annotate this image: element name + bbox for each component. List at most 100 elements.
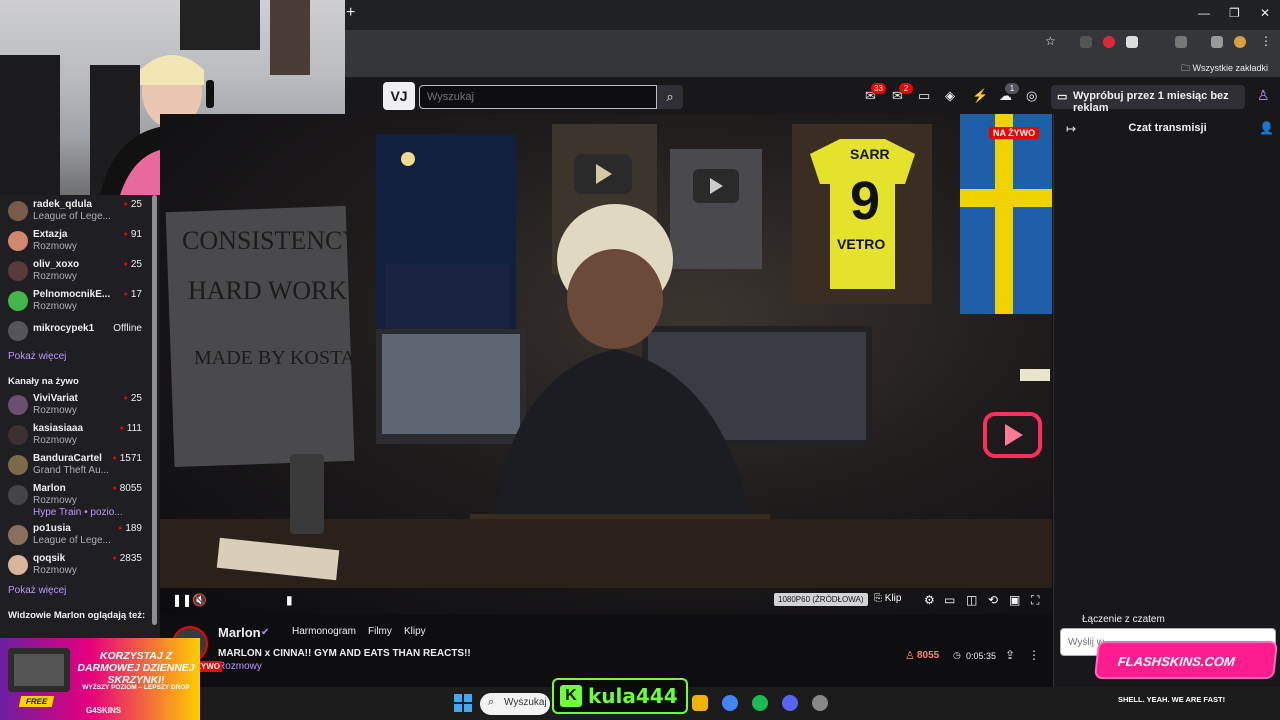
more-options-icon[interactable]: ⋮ bbox=[1028, 648, 1040, 662]
clip-label: Klip bbox=[884, 593, 902, 604]
verified-badge-icon: ✔ bbox=[261, 627, 270, 638]
search-input[interactable] bbox=[419, 85, 657, 109]
sidebar-channel-item[interactable]: MarlonRozmowy 8055 Hype Train • pozio... bbox=[0, 481, 150, 521]
mute-icon[interactable]: 🔇 bbox=[192, 593, 207, 607]
sidebar-channel-item[interactable]: radek_qdulaLeague of Lege... 25 bbox=[0, 197, 150, 227]
theatre-mode-icon[interactable]: ▭ bbox=[944, 593, 955, 607]
tab-clips[interactable]: Klipy bbox=[404, 626, 426, 637]
sidebar-channel-item[interactable]: ExtazjaRozmowy 91 bbox=[0, 227, 150, 257]
channel-category: League of Lege... bbox=[33, 535, 111, 546]
channel-avatar bbox=[8, 525, 28, 545]
channel-avatar bbox=[8, 201, 28, 221]
channel-category: Rozmowy bbox=[33, 435, 77, 446]
channel-viewer-count: 91 bbox=[124, 229, 142, 240]
channel-name: kasiasiaaa bbox=[33, 423, 84, 434]
channel-viewer-count: 189 bbox=[118, 523, 142, 534]
sidebar-scrollbar[interactable] bbox=[152, 195, 157, 625]
shield-icon[interactable] bbox=[1126, 36, 1138, 48]
sidebar-channel-item[interactable]: kasiasiaaaRozmowy 111 bbox=[0, 421, 150, 451]
channel-category: Grand Theft Au... bbox=[33, 465, 109, 476]
app-icon[interactable] bbox=[812, 695, 828, 711]
bookmark-star-icon[interactable]: ☆ bbox=[1045, 34, 1056, 48]
quality-badge[interactable]: 1080P60 (ŹRÓDŁOWA) bbox=[774, 593, 868, 606]
inbox-badge: 33 bbox=[871, 83, 886, 94]
close-window-button[interactable]: ✕ bbox=[1260, 6, 1270, 20]
promo-subline: WYŻSZY POZIOM – LEPSZY DROP bbox=[82, 684, 190, 691]
sidebar-channel-item[interactable]: po1usiaLeague of Lege... 189 bbox=[0, 521, 150, 551]
reading-list-icon[interactable] bbox=[1211, 36, 1223, 48]
puzzle-icon[interactable] bbox=[1175, 36, 1187, 48]
file-explorer-icon[interactable] bbox=[692, 695, 708, 711]
promo-free-tag: FREE bbox=[18, 696, 55, 707]
clip-button[interactable]: ⎘ Klip bbox=[874, 593, 901, 604]
spotify-icon[interactable] bbox=[752, 695, 768, 711]
sidebar-channel-item[interactable]: qoqsikRozmowy 2835 bbox=[0, 551, 150, 581]
channel-name: oliv_xoxo bbox=[33, 259, 80, 270]
player-controls: ❚❚ 🔇 ▮ 1080P60 (ŹRÓDŁOWA) ⎘ Klip ⚙ ▭ ◫ ⟲… bbox=[160, 588, 1052, 614]
streamer-name[interactable]: Marlon bbox=[218, 625, 261, 640]
stream-category[interactable]: Rozmowy bbox=[218, 661, 262, 672]
sign-line-2: HARD WORK bbox=[188, 276, 347, 305]
ad-free-trial-button[interactable]: ▭ Wypróbuj przez 1 miesiąc bez reklam bbox=[1051, 85, 1245, 114]
maximize-button[interactable]: ❐ bbox=[1229, 6, 1240, 20]
ad-free-icon: ▭ bbox=[1057, 91, 1068, 103]
trial-label: Wypróbuj przez 1 miesiąc bez reklam bbox=[1073, 90, 1229, 114]
video-player[interactable]: CONSISTENCY HARD WORK MADE BY KOSTA SARR… bbox=[160, 114, 1052, 614]
extension-icon[interactable] bbox=[1080, 36, 1092, 48]
promo-crate-image bbox=[8, 648, 70, 692]
fullscreen-icon[interactable]: ⛶ bbox=[1031, 593, 1039, 608]
tab-videos[interactable]: Filmy bbox=[368, 626, 392, 637]
chat-panel: ↦ Czat transmisji 👤 Łączenie z czatem bbox=[1053, 114, 1280, 687]
channel-avatar bbox=[8, 485, 28, 505]
profile-avatar[interactable] bbox=[1234, 36, 1246, 48]
sidebar-channel-item[interactable]: oliv_xoxoRozmowy 25 bbox=[0, 257, 150, 287]
sidebar-toggle-icon[interactable]: ◫ bbox=[966, 593, 977, 607]
picture-in-picture-icon[interactable]: ▣ bbox=[1009, 593, 1020, 607]
start-windows-icon[interactable] bbox=[454, 694, 472, 712]
site-logo[interactable]: VJ bbox=[383, 82, 415, 110]
search-button[interactable]: ⌕ bbox=[657, 85, 683, 109]
show-more-link[interactable]: Pokaż więcej bbox=[8, 351, 66, 362]
sidebar-channel-item[interactable]: PelnomocnikE...Rozmowy 17 bbox=[0, 287, 150, 317]
channel-name: ViviVariat bbox=[33, 393, 78, 404]
show-more-link[interactable]: Pokaż więcej bbox=[8, 585, 66, 596]
channel-avatar bbox=[8, 455, 28, 475]
sidebar-channel-item[interactable]: mikrocypek1 Offline bbox=[0, 317, 150, 347]
stream-video-frame: CONSISTENCY HARD WORK MADE BY KOSTA SARR… bbox=[160, 114, 1052, 588]
taskbar-search[interactable]: ⌕ Wyszukaj bbox=[480, 693, 550, 715]
chat-bubble-icon[interactable]: ▭ bbox=[918, 88, 930, 104]
bits-icon[interactable]: ⚡ bbox=[972, 88, 988, 104]
channel-viewer-count: 17 bbox=[124, 289, 142, 300]
channel-name: mikrocypek1 bbox=[33, 323, 95, 334]
minimize-button[interactable]: — bbox=[1198, 6, 1210, 20]
pause-icon[interactable]: ❚❚ bbox=[172, 593, 192, 607]
jersey-sponsor: VETRO bbox=[837, 236, 885, 252]
clock-icon: ◷ bbox=[953, 650, 961, 660]
menu-kebab-icon[interactable]: ⋮ bbox=[1260, 34, 1272, 48]
loop-icon[interactable]: ⟲ bbox=[988, 593, 998, 607]
audio-only-icon[interactable]: ▮ bbox=[286, 593, 293, 607]
viewers-icon: ♙ bbox=[905, 650, 915, 662]
tab-schedule[interactable]: Harmonogram bbox=[292, 626, 356, 637]
chrome-icon[interactable] bbox=[722, 695, 738, 711]
extension-icon[interactable] bbox=[1103, 36, 1115, 48]
sidebar-channel-item[interactable]: BanduraCartelGrand Theft Au... 1571 bbox=[0, 451, 150, 481]
sidebar-channel-item[interactable]: ViviVariatRozmowy 25 bbox=[0, 391, 150, 421]
all-bookmarks-label: Wszystkie zakładki bbox=[1192, 63, 1268, 73]
channel-category: Rozmowy bbox=[33, 241, 77, 252]
share-icon[interactable]: ⇪ bbox=[1005, 648, 1015, 662]
channel-avatar bbox=[8, 395, 28, 415]
chat-users-icon[interactable]: 👤 bbox=[1259, 121, 1274, 135]
notification-icon[interactable]: ◎ bbox=[1026, 88, 1037, 104]
address-bar[interactable]: ☆ ⋮ bbox=[345, 30, 1280, 55]
discord-icon[interactable] bbox=[782, 695, 798, 711]
channel-category: League of Lege... bbox=[33, 211, 111, 222]
channel-category: Rozmowy bbox=[33, 405, 77, 416]
jersey-number: 9 bbox=[850, 171, 880, 231]
settings-gear-icon[interactable]: ⚙ bbox=[924, 593, 935, 607]
user-profile-icon[interactable]: ♙ bbox=[1257, 87, 1270, 104]
new-tab-button[interactable]: + bbox=[346, 4, 355, 22]
channel-avatar bbox=[8, 321, 28, 341]
crown-icon[interactable]: ◈ bbox=[945, 88, 955, 104]
all-bookmarks-folder[interactable]: 🗀 Wszystkie zakładki bbox=[1181, 61, 1268, 77]
